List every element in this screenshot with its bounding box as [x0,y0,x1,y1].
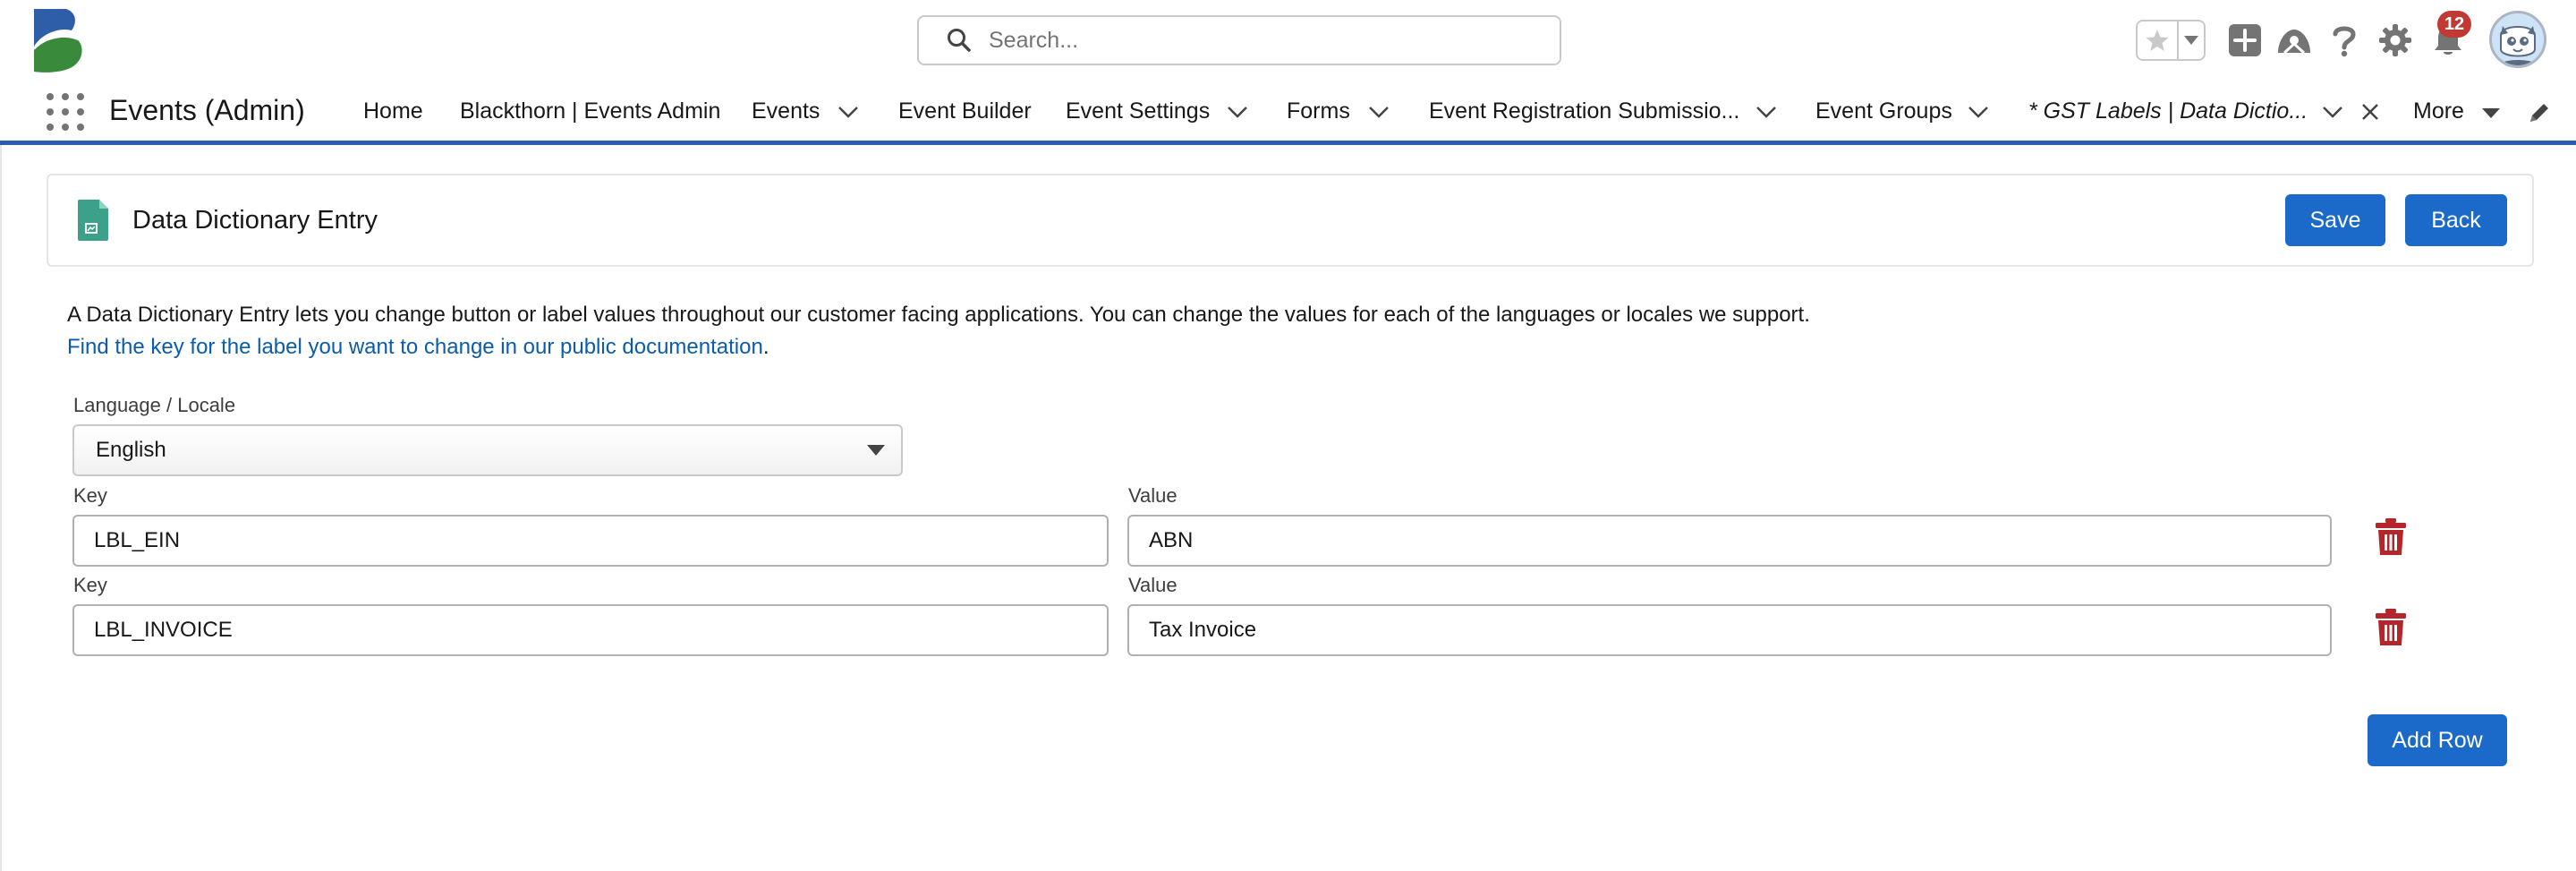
value-label: Value [1128,484,1177,507]
save-button[interactable]: Save [2285,194,2385,246]
global-header: 12 [0,0,2576,82]
add-row-button[interactable]: Add Row [2368,714,2507,766]
documentation-link-suffix: . [762,335,769,359]
nav-item-events[interactable]: Events [752,82,820,141]
help-icon [2333,26,2356,57]
more-menu-caret[interactable] [2478,100,2504,125]
event-settings-menu-chevron[interactable] [1224,98,1251,125]
locale-selected-value: English [96,438,166,462]
key-input[interactable] [72,604,1109,656]
key-input[interactable] [72,515,1109,567]
search-input[interactable] [989,27,1526,54]
nav-item-blackthorn-events-admin[interactable]: Blackthorn | Events Admin [460,82,720,141]
app-navigation-bar: Events (Admin) Home Blackthorn | Events … [0,82,2576,145]
nav-tab-gst-labels[interactable]: * GST Labels | Data Dictio... [2028,82,2308,141]
notification-count-badge: 12 [2437,11,2471,38]
back-button[interactable]: Back [2405,194,2507,246]
value-input[interactable] [1127,604,2332,656]
favorites-menu-button[interactable] [2179,21,2204,59]
nav-item-event-groups[interactable]: Event Groups [1815,82,1952,141]
nav-item-event-settings[interactable]: Event Settings [1066,82,1210,141]
page-header: Data Dictionary Entry Save Back [47,174,2534,267]
global-actions-button[interactable] [2224,20,2266,61]
page-title: Data Dictionary Entry [132,206,378,235]
locale-label: Language / Locale [73,394,236,416]
locale-select[interactable]: English [72,424,903,476]
chevron-down-icon [838,107,858,118]
chevron-down-icon [1228,107,1247,118]
trailhead-icon [2278,30,2310,55]
delete-row-button[interactable] [2374,608,2408,647]
forms-menu-chevron[interactable] [1365,98,1392,125]
nav-item-event-registration-submissions[interactable]: Event Registration Submissio... [1429,82,1739,141]
favorites-group [2136,20,2206,61]
events-menu-chevron[interactable] [835,98,862,125]
documentation-line: Find the key for the label you want to c… [67,331,769,363]
event-groups-menu-chevron[interactable] [1965,98,1992,125]
record-file-icon [75,199,111,242]
chevron-down-icon [1968,107,1988,118]
documentation-link[interactable]: Find the key for the label you want to c… [67,335,763,359]
star-icon [2146,30,2169,51]
caret-down-icon [2482,108,2500,118]
edit-nav-button[interactable] [2525,98,2554,127]
caret-down-icon [867,445,885,456]
user-avatar[interactable] [2489,11,2546,68]
gear-icon [2379,24,2411,56]
pencil-icon [2530,104,2548,122]
chevron-down-icon [1369,107,1389,118]
trailhead-button[interactable] [2274,20,2315,61]
trash-icon [2376,518,2406,555]
gst-labels-tab-chevron[interactable] [2319,98,2346,125]
key-label: Key [73,484,107,507]
caret-down-icon [2184,36,2198,45]
nav-item-forms[interactable]: Forms [1287,82,1350,141]
description-text: A Data Dictionary Entry lets you change … [67,303,1810,327]
nav-item-more[interactable]: More [2413,82,2464,141]
key-label: Key [73,574,107,596]
app-name: Events (Admin) [109,94,305,126]
close-icon [2362,104,2378,120]
app-launcher-icon[interactable] [47,93,84,131]
add-icon [2229,24,2261,56]
delete-row-button[interactable] [2374,517,2408,557]
nav-item-event-builder[interactable]: Event Builder [898,82,1032,141]
blackthorn-logo-icon[interactable] [32,7,86,73]
help-button[interactable] [2324,20,2365,61]
search-icon [948,29,971,52]
chevron-down-icon [1756,107,1776,118]
chevron-down-icon [2323,107,2342,118]
setup-button[interactable] [2375,20,2416,61]
trash-icon [2376,609,2406,645]
global-search[interactable] [917,15,1561,65]
value-label: Value [1128,574,1177,596]
nav-item-home[interactable]: Home [363,82,423,141]
close-tab-button[interactable] [2357,98,2384,125]
main-content: Data Dictionary Entry Save Back A Data D… [0,145,2576,871]
event-registration-menu-chevron[interactable] [1753,98,1780,125]
value-input[interactable] [1127,515,2332,567]
favorite-star-button[interactable] [2138,21,2179,59]
astro-avatar-icon [2492,13,2544,65]
